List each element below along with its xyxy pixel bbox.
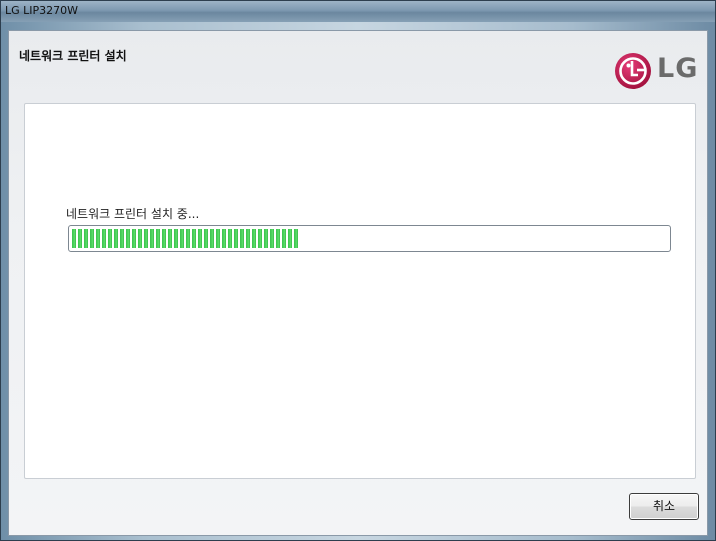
lg-face-icon [615,53,651,89]
cancel-button[interactable]: 취소 [629,493,699,520]
page-title: 네트워크 프린터 설치 [19,49,127,63]
progress-fill [72,229,299,248]
title-bar[interactable]: LG LIP3270W [1,1,715,22]
install-status-label: 네트워크 프린터 설치 중... [66,207,200,221]
installer-dialog: 네트워크 프린터 설치 LG 네트워크 프린터 설치 중... 취소 [8,30,708,536]
install-progress-bar [68,225,671,252]
window-title: LG LIP3270W [5,4,79,17]
lg-logo: LG [613,51,703,91]
logo-wordmark: LG [657,53,699,84]
content-panel: 네트워크 프린터 설치 중... [24,103,696,479]
installer-window: LG LIP3270W 네트워크 프린터 설치 LG 네트워크 프린터 설치 중… [0,0,716,541]
